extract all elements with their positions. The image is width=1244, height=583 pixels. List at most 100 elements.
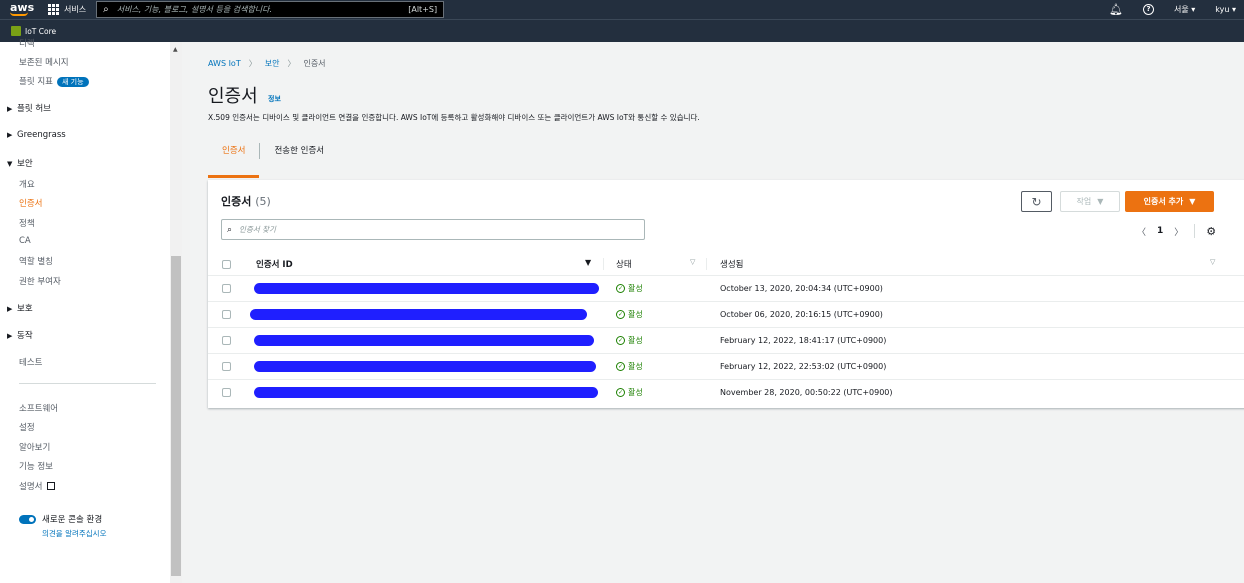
help-icon[interactable]: ? [1143, 4, 1154, 15]
redacted-certificate-id[interactable] [250, 309, 587, 320]
redacted-certificate-id[interactable] [254, 387, 598, 398]
table-row[interactable]: ✓ 활성 October 13, 2020, 20:04:34 (UTC+0900… [208, 276, 1244, 302]
aws-logo[interactable]: aws [0, 0, 34, 19]
created-date: October 06, 2020, 20:16:15 (UTC+0900) [720, 310, 883, 319]
new-console-toggle[interactable] [19, 515, 36, 524]
bell-icon[interactable]: 🔔︎ [1109, 3, 1123, 16]
caret-right-icon: ▶ [7, 305, 13, 313]
check-circle-icon: ✓ [616, 284, 625, 293]
row-checkbox[interactable] [222, 284, 231, 293]
created-date: October 13, 2020, 20:04:34 (UTC+0900) [720, 284, 883, 293]
sidebar-item-role-aliases[interactable]: 역할 별칭 [19, 255, 53, 267]
redacted-certificate-id[interactable] [254, 361, 596, 372]
scrollbar-thumb[interactable] [171, 256, 181, 576]
column-separator [706, 258, 707, 270]
new-badge: 새 기능 [56, 77, 89, 87]
table-row[interactable]: ✓ 활성 November 28, 2020, 00:50:22 (UTC+090… [208, 380, 1244, 406]
gear-icon[interactable]: ⚙ [1206, 225, 1216, 238]
sidebar-group-greengrass[interactable]: ▶ Greengrass [7, 130, 66, 140]
external-link-icon [47, 482, 56, 490]
sidebar-group-protect[interactable]: ▶ 보호 [7, 302, 33, 314]
sort-icon[interactable]: ▽ [1210, 258, 1215, 266]
search-placeholder: 서비스, 기능, 블로그, 설명서 등을 검색합니다. [116, 5, 273, 14]
sidebar-item-settings[interactable]: 설정 [19, 421, 35, 433]
search-icon: ⌕ [103, 4, 109, 15]
redacted-certificate-id[interactable] [254, 283, 599, 294]
user-menu[interactable]: kyu ▾ [1215, 5, 1236, 14]
sort-desc-icon[interactable]: ▼ [585, 258, 591, 267]
caret-right-icon: ▶ [7, 105, 13, 113]
current-page[interactable]: 1 [1157, 226, 1163, 236]
sidebar-item-test[interactable]: 테스트 [19, 356, 42, 368]
sidebar-item-fleet-metrics[interactable]: 플릿 지표 새 기능 [19, 75, 89, 87]
redacted-certificate-id[interactable] [254, 335, 594, 346]
next-page-icon[interactable]: 〉 [1174, 225, 1183, 238]
sidebar-item-feature-info[interactable]: 기능 정보 [19, 460, 53, 472]
search-shortcut: [Alt+S] [408, 5, 438, 14]
services-menu[interactable]: 서비스 [48, 4, 86, 15]
row-checkbox[interactable] [222, 310, 231, 319]
table-row[interactable]: ✓ 활성 October 06, 2020, 20:16:15 (UTC+0900… [208, 302, 1244, 328]
sidebar-item-cut[interactable]: 디렉 [19, 37, 35, 49]
region-selector[interactable]: 서울 ▾ [1174, 4, 1195, 15]
sidebar-item-retained-messages[interactable]: 보존된 메시지 [19, 56, 69, 68]
prev-page-icon[interactable]: 〈 [1137, 225, 1146, 238]
breadcrumb-current: 인증서 [303, 59, 326, 68]
certificate-search-input[interactable]: ⌕ 인증서 찾기 [221, 219, 645, 240]
column-separator [603, 258, 604, 270]
check-circle-icon: ✓ [616, 336, 625, 345]
sidebar-group-label: 보안 [17, 159, 33, 169]
sidebar-group-act[interactable]: ▶ 동작 [7, 329, 33, 341]
row-checkbox[interactable] [222, 362, 231, 371]
table-row[interactable]: ✓ 활성 February 12, 2022, 22:53:02 (UTC+090… [208, 354, 1244, 380]
breadcrumb: AWS IoT 〉 보안 〉 인증서 [208, 58, 326, 69]
global-search-input[interactable]: ⌕ 서비스, 기능, 블로그, 설명서 등을 검색합니다. [Alt+S] [96, 1, 445, 18]
status-text: 활성 [628, 284, 643, 293]
row-checkbox[interactable] [222, 336, 231, 345]
table-row[interactable]: ✓ 활성 February 12, 2022, 18:41:17 (UTC+090… [208, 328, 1244, 354]
column-status[interactable]: 상태 [616, 258, 632, 270]
row-checkbox[interactable] [222, 388, 231, 397]
certificate-count: (5) [255, 195, 271, 208]
sidebar-group-fleet-hub[interactable]: ▶ 플릿 허브 [7, 102, 51, 114]
column-certificate-id[interactable]: 인증서 ID [256, 258, 293, 270]
sort-icon[interactable]: ▽ [690, 258, 695, 266]
panel-title: 인증서 (5) [221, 193, 271, 209]
toggle-label: 새로운 콘솔 환경 [42, 515, 103, 525]
select-all-checkbox[interactable] [222, 260, 231, 269]
info-link[interactable]: 정보 [268, 94, 281, 104]
tab-transferred-certificates[interactable]: 전송한 인증서 [260, 141, 338, 170]
breadcrumb-aws-iot[interactable]: AWS IoT [208, 59, 241, 68]
status-badge: ✓ 활성 [616, 361, 643, 372]
caret-down-icon: ▼ [1189, 197, 1196, 206]
sidebar-group-security[interactable]: ▼ 보안 [7, 157, 33, 169]
sidebar-item-software[interactable]: 소프트웨어 [19, 402, 58, 414]
sidebar-item-certificates[interactable]: 인증서 [19, 197, 42, 209]
service-name[interactable]: IoT Core [25, 27, 56, 36]
tab-certificates[interactable]: 인증서 [208, 141, 260, 178]
refresh-icon: ↻ [1031, 194, 1042, 209]
column-created[interactable]: 생성됨 [720, 258, 743, 270]
status-badge: ✓ 활성 [616, 309, 643, 320]
breadcrumb-security[interactable]: 보안 [265, 58, 280, 69]
sidebar-item-authorizers[interactable]: 권한 부여자 [19, 275, 61, 287]
sidebar-item-ca[interactable]: CA [19, 236, 31, 246]
sidebar-item-docs[interactable]: 설명서 [19, 480, 56, 492]
add-certificate-button[interactable]: 인증서 추가 ▼ [1125, 191, 1214, 212]
sidebar-item-learn[interactable]: 알아보기 [19, 441, 50, 453]
status-badge: ✓ 활성 [616, 387, 643, 398]
chevron-right-icon: 〉 [248, 59, 257, 68]
feedback-link[interactable]: 의견을 알려주십시오 [42, 528, 106, 539]
filter-placeholder: 인증서 찾기 [239, 225, 276, 234]
aws-smile-icon [10, 12, 28, 16]
page-description: X.509 인증서는 디바이스 및 클라이언트 연결을 인증합니다. AWS I… [208, 113, 700, 122]
grid-icon [48, 4, 59, 15]
scroll-up-icon[interactable]: ▲ [173, 46, 178, 53]
sidebar-item-overview[interactable]: 개요 [19, 178, 35, 190]
actions-button[interactable]: 작업 ▼ [1060, 191, 1120, 212]
refresh-button[interactable]: ↻ [1021, 191, 1052, 212]
sidebar-item-policies[interactable]: 정책 [19, 217, 35, 229]
check-circle-icon: ✓ [616, 362, 625, 371]
status-text: 활성 [628, 310, 643, 319]
sidebar-scrollbar[interactable]: ▲ [170, 42, 182, 583]
